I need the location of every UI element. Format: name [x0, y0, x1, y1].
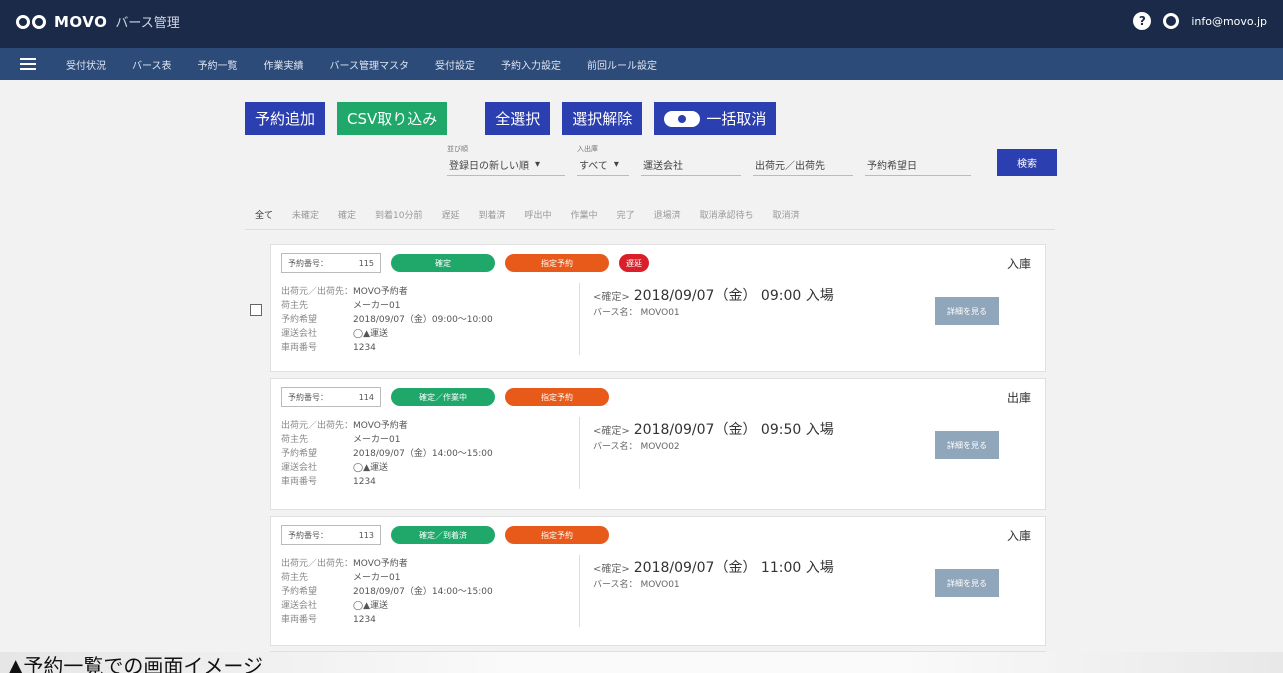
tab-calling[interactable]: 呼出中 — [525, 208, 552, 221]
confirmed-time: <確定> 2018/09/07（金） 09:00 入場 — [593, 288, 834, 304]
chevron-down-icon: ▾ — [535, 159, 541, 170]
tab-all[interactable]: 全て — [255, 208, 273, 221]
reservation-card: 予約番号： 113 確定／到着済 指定予約 入庫 出荷元／出荷先： MOVO予約者 … — [270, 516, 1046, 646]
nav-item-reservation-list[interactable]: 予約一覧 — [198, 57, 238, 72]
reservation-info: 出荷元／出荷先： MOVO予約者 荷主先 メーカー01 予約希望 2018/09/07… — [281, 287, 493, 353]
user-email[interactable]: info@movo.jp — [1191, 15, 1267, 28]
main-nav: 受付状況 バース表 予約一覧 作業実績 バース管理マスタ 受付設定 予約入力設定… — [0, 48, 1283, 80]
chevron-down-icon: ▾ — [613, 159, 619, 170]
divider — [579, 283, 580, 355]
io-kind: 入庫 — [1006, 257, 1031, 271]
toggle-icon — [664, 110, 701, 127]
nav-item-reception-settings[interactable]: 受付設定 — [435, 57, 475, 72]
date-input[interactable]: 予約希望日 — [865, 144, 971, 176]
tab-done[interactable]: 完了 — [617, 208, 635, 221]
io-kind: 出庫 — [1006, 391, 1031, 405]
confirmed-time: <確定> 2018/09/07（金） 09:50 入場 — [593, 422, 834, 438]
filter-bar: 並び順 登録日の新しい順 ▾ 入出庫 すべて ▾ 運送会社 出荷元／出荷先 予約希望… — [447, 144, 1057, 176]
date-placeholder: 予約希望日 — [865, 154, 971, 176]
detail-button[interactable]: 詳細を見る — [935, 297, 999, 325]
nav-item-berth-master[interactable]: バース管理マスタ — [330, 57, 410, 72]
csv-import-button[interactable]: CSV取り込み — [337, 102, 448, 135]
add-reservation-button[interactable]: 予約追加 — [245, 102, 326, 135]
select-all-button[interactable]: 全選択 — [485, 102, 551, 135]
berth-name: バース名： MOVO01 — [593, 308, 680, 318]
status-badge: 確定／到着済 — [391, 526, 495, 544]
status-badge: 確定／作業中 — [391, 388, 495, 406]
select-checkbox[interactable] — [250, 304, 262, 316]
carrier-placeholder: 運送会社 — [641, 154, 741, 176]
nav-item-rule-settings[interactable]: 前回ルール設定 — [587, 57, 657, 72]
caption: ▲予約一覧での画面イメージ — [8, 654, 263, 673]
reservation-card: 予約番号： 115 確定 指定予約 遅延 入庫 出荷元／出荷先： MOVO予約者 荷… — [270, 244, 1046, 372]
tab-arrived[interactable]: 到着済 — [479, 208, 506, 221]
bulk-cancel-button[interactable]: 一括取消 — [654, 102, 777, 135]
io-label: 入出庫 — [577, 145, 598, 153]
nav-item-reception-status[interactable]: 受付状況 — [66, 57, 106, 72]
tab-confirmed[interactable]: 確定 — [338, 208, 356, 221]
nav-item-reservation-input-settings[interactable]: 予約入力設定 — [501, 57, 561, 72]
io-select[interactable]: 入出庫 すべて ▾ — [577, 144, 629, 176]
io-kind: 入庫 — [1006, 529, 1031, 543]
tab-unconfirmed[interactable]: 未確定 — [292, 208, 319, 221]
reservation-number: 予約番号： 113 — [281, 525, 381, 545]
tab-cancel-pending[interactable]: 取消承認待ち — [700, 208, 754, 221]
tab-delayed[interactable]: 遅延 — [442, 208, 460, 221]
nav-item-work-records[interactable]: 作業実績 — [264, 57, 304, 72]
divider — [579, 555, 580, 627]
type-badge: 指定予約 — [505, 526, 609, 544]
action-toolbar: 予約追加 CSV取り込み 全選択 選択解除 一括取消 — [245, 102, 777, 135]
berth-name: バース名： MOVO02 — [593, 442, 680, 452]
deselect-button[interactable]: 選択解除 — [562, 102, 643, 135]
tab-cancelled[interactable]: 取消済 — [773, 208, 800, 221]
reservation-info: 出荷元／出荷先： MOVO予約者 荷主先 メーカー01 予約希望 2018/09/07… — [281, 421, 493, 487]
destination-placeholder: 出荷元／出荷先 — [753, 154, 853, 176]
bulk-cancel-label: 一括取消 — [706, 110, 767, 128]
top-header: MOVO バース管理 ? info@movo.jp — [0, 0, 1283, 48]
status-tabs: 全て 未確定 確定 到着10分前 遅延 到着済 呼出中 作業中 完了 退場済 取… — [245, 204, 1055, 230]
header-right: ? info@movo.jp — [1133, 12, 1267, 30]
tab-working[interactable]: 作業中 — [571, 208, 598, 221]
logo-text: MOVO — [54, 12, 108, 31]
reservation-number: 予約番号： 115 — [281, 253, 381, 273]
movo-logo-icon — [16, 14, 46, 29]
menu-icon[interactable] — [20, 58, 36, 70]
divider — [579, 417, 580, 489]
detail-button[interactable]: 詳細を見る — [935, 569, 999, 597]
reservation-card: 予約番号： 114 確定／作業中 指定予約 出庫 出荷元／出荷先： MOVO予約者 … — [270, 378, 1046, 510]
sort-value: 登録日の新しい順 — [449, 161, 529, 172]
delay-badge: 遅延 — [619, 254, 649, 272]
sort-label: 並び順 — [447, 145, 468, 153]
app-title: バース管理 — [115, 16, 180, 31]
sort-select[interactable]: 並び順 登録日の新しい順 ▾ — [447, 144, 565, 176]
nav-item-berth-table[interactable]: バース表 — [132, 57, 172, 72]
tab-10min-before[interactable]: 到着10分前 — [375, 208, 422, 221]
reservation-info: 出荷元／出荷先： MOVO予約者 荷主先 メーカー01 予約希望 2018/09/07… — [281, 559, 493, 625]
confirmed-time: <確定> 2018/09/07（金） 11:00 入場 — [593, 560, 834, 576]
user-icon[interactable] — [1163, 13, 1180, 29]
help-icon[interactable]: ? — [1133, 12, 1152, 30]
carrier-input[interactable]: 運送会社 — [641, 144, 741, 176]
berth-name: バース名： MOVO01 — [593, 580, 680, 590]
detail-button[interactable]: 詳細を見る — [935, 431, 999, 459]
type-badge: 指定予約 — [505, 388, 609, 406]
io-value: すべて — [579, 161, 608, 172]
brand[interactable]: MOVO バース管理 — [16, 12, 180, 31]
search-button[interactable]: 検索 — [997, 149, 1057, 176]
destination-input[interactable]: 出荷元／出荷先 — [753, 144, 853, 176]
status-badge: 確定 — [391, 254, 495, 272]
reservation-number: 予約番号： 114 — [281, 387, 381, 407]
tab-exited[interactable]: 退場済 — [654, 208, 681, 221]
type-badge: 指定予約 — [505, 254, 609, 272]
